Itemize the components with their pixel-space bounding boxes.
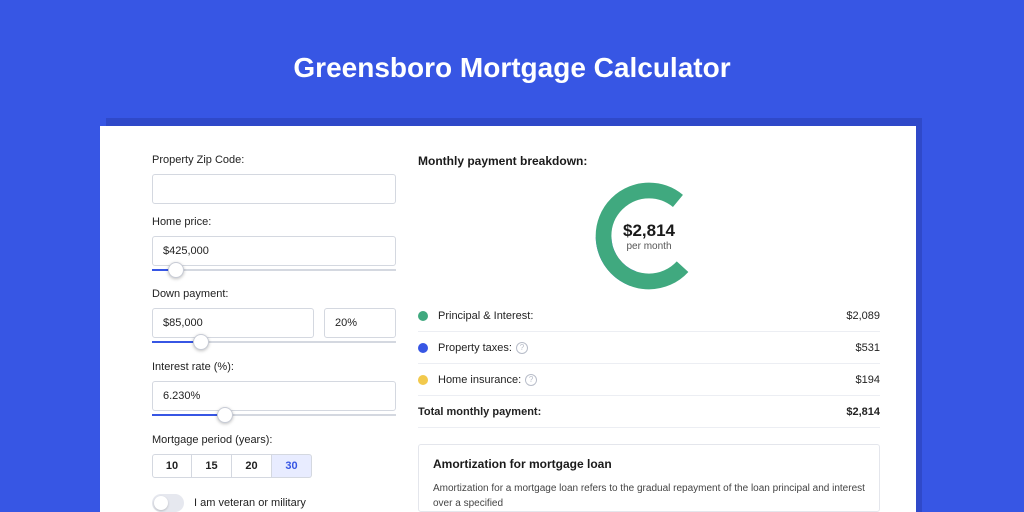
calculator-card: Property Zip Code: Home price: Down paym…	[100, 126, 916, 512]
period-label: Mortgage period (years):	[152, 434, 396, 446]
legend-value: $531	[856, 342, 880, 354]
legend-label: Home insurance:?	[438, 374, 856, 386]
price-slider[interactable]	[152, 265, 396, 279]
legend-row: Home insurance:?$194	[418, 364, 880, 396]
page-title: Greensboro Mortgage Calculator	[0, 52, 1024, 84]
period-option-15[interactable]: 15	[192, 454, 232, 478]
legend-value: $194	[856, 374, 880, 386]
breakdown-title: Monthly payment breakdown:	[418, 154, 880, 168]
inputs-panel: Property Zip Code: Home price: Down paym…	[152, 154, 396, 512]
legend-label: Principal & Interest:	[438, 310, 846, 322]
zip-label: Property Zip Code:	[152, 154, 396, 166]
amortization-box: Amortization for mortgage loan Amortizat…	[418, 444, 880, 512]
down-pct-input[interactable]	[324, 308, 396, 338]
veteran-label: I am veteran or military	[194, 497, 306, 509]
period-options: 10152030	[152, 454, 396, 478]
legend-dot	[418, 343, 428, 353]
period-option-20[interactable]: 20	[232, 454, 272, 478]
legend-label: Property taxes:?	[438, 342, 856, 354]
info-icon[interactable]: ?	[516, 342, 528, 354]
down-slider[interactable]	[152, 337, 396, 351]
legend: Principal & Interest:$2,089Property taxe…	[418, 300, 880, 428]
legend-total-row: Total monthly payment:$2,814	[418, 396, 880, 428]
rate-label: Interest rate (%):	[152, 361, 396, 373]
breakdown-panel: Monthly payment breakdown: $2,814 per mo…	[418, 154, 880, 512]
down-slider-thumb[interactable]	[193, 334, 209, 350]
donut-sub: per month	[626, 241, 671, 252]
price-input[interactable]	[152, 236, 396, 266]
legend-row: Property taxes:?$531	[418, 332, 880, 364]
donut-chart: $2,814 per month	[589, 176, 709, 296]
legend-row: Principal & Interest:$2,089	[418, 300, 880, 332]
down-amount-input[interactable]	[152, 308, 314, 338]
rate-slider-thumb[interactable]	[217, 407, 233, 423]
amortization-text: Amortization for a mortgage loan refers …	[433, 481, 865, 511]
legend-dot	[418, 375, 428, 385]
price-label: Home price:	[152, 216, 396, 228]
veteran-toggle[interactable]	[152, 494, 184, 512]
amortization-title: Amortization for mortgage loan	[433, 457, 865, 471]
rate-slider[interactable]	[152, 410, 396, 424]
donut-total: $2,814	[623, 221, 675, 241]
down-label: Down payment:	[152, 288, 396, 300]
period-option-10[interactable]: 10	[152, 454, 192, 478]
period-option-30[interactable]: 30	[272, 454, 312, 478]
total-label: Total monthly payment:	[418, 406, 846, 418]
zip-input[interactable]	[152, 174, 396, 204]
legend-dot	[418, 311, 428, 321]
rate-input[interactable]	[152, 381, 396, 411]
price-slider-thumb[interactable]	[168, 262, 184, 278]
total-value: $2,814	[846, 406, 880, 418]
info-icon[interactable]: ?	[525, 374, 537, 386]
legend-value: $2,089	[846, 310, 880, 322]
